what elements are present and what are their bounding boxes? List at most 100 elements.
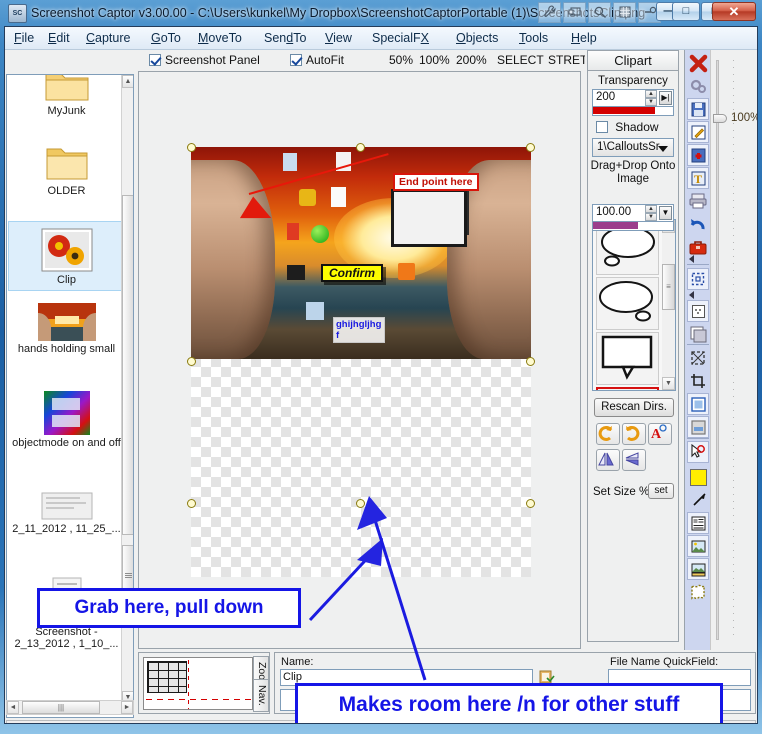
transparency-bar[interactable] — [592, 107, 674, 116]
window-fill-icon[interactable] — [687, 393, 709, 415]
list-item[interactable] — [596, 277, 659, 330]
set-size-spin-down[interactable]: ▼ — [645, 213, 657, 221]
color-swatch-icon[interactable] — [687, 466, 709, 488]
list-item[interactable]: MyJunk — [8, 75, 125, 127]
screenshot-panel-checkbox[interactable] — [149, 54, 161, 66]
selection-handle-s[interactable] — [356, 499, 365, 508]
set-size-bar[interactable] — [592, 222, 674, 231]
zoom-200-button[interactable]: 200% — [456, 53, 487, 67]
edit-pencil-icon[interactable] — [687, 121, 709, 143]
settings-gears-icon[interactable] — [687, 75, 709, 97]
text-note-annotation[interactable]: ghijhgljhg f — [333, 317, 385, 343]
rotate-left-icon[interactable] — [596, 423, 620, 445]
list-item[interactable]: objectmode on and off — [8, 385, 125, 473]
annotation-grab-here[interactable]: Grab here, pull down — [37, 588, 301, 628]
zoom-slider-thumb[interactable] — [713, 114, 727, 123]
list-item[interactable]: hands holding small — [8, 297, 125, 373]
transparency-expand-button[interactable]: ▶| — [659, 91, 672, 105]
zoom-slider-panel[interactable]: 100% — [710, 50, 757, 650]
selection-handle-e[interactable] — [526, 357, 535, 366]
clipart-list-scrollbar[interactable]: ▲ ≡ ▼ — [662, 220, 675, 390]
tab-nav[interactable]: Nav. — [253, 679, 269, 712]
wrench-icon[interactable] — [538, 2, 561, 23]
zoom-slider-track[interactable] — [716, 60, 719, 640]
rescan-dirs-button[interactable]: Rescan Dirs. — [594, 398, 674, 417]
autofit-checkbox[interactable] — [290, 54, 302, 66]
undo-icon[interactable] — [687, 213, 709, 235]
menu-goto[interactable]: GoTo — [146, 30, 186, 47]
dotted-region-icon[interactable] — [687, 300, 709, 322]
scroll-thumb[interactable] — [122, 195, 133, 535]
selection-handle-se[interactable] — [526, 499, 535, 508]
layer-icon[interactable] — [687, 323, 709, 345]
transparency-spin-up[interactable]: ▲ — [645, 90, 657, 98]
clipart-tab[interactable]: Clipart — [587, 50, 679, 70]
image-strip-icon[interactable] — [687, 558, 709, 580]
grid-icon[interactable] — [613, 2, 636, 23]
selection-handle-n[interactable] — [356, 143, 365, 152]
chevron-down-icon[interactable] — [658, 146, 668, 152]
text-color-icon[interactable]: A — [648, 423, 672, 445]
list-item[interactable]: OLDER — [8, 137, 125, 211]
save-icon[interactable] — [687, 98, 709, 120]
crop-icon[interactable] — [687, 370, 709, 392]
image-insert-icon[interactable] — [687, 535, 709, 557]
confirm-button-annotation[interactable]: Confirm — [321, 264, 383, 282]
menu-capture[interactable]: Capture — [81, 30, 135, 47]
list-item-selected[interactable] — [596, 387, 659, 390]
set-size-spin-up[interactable]: ▲ — [645, 205, 657, 213]
file-browser-horizontal-scrollbar[interactable]: ◄ ||| ► — [6, 700, 134, 715]
restore-button[interactable]: □ — [672, 2, 700, 21]
monitor-copy-icon[interactable] — [563, 2, 586, 23]
list-item[interactable]: 2_11_2012 , 11_25_... — [8, 485, 125, 561]
zoom-50-button[interactable]: 50% — [389, 53, 413, 67]
scroll-thumb[interactable]: ≡ — [662, 264, 675, 310]
clipart-thumbnail-list[interactable]: ▲ ≡ ▼ — [592, 219, 676, 391]
window-shade-icon[interactable] — [687, 416, 709, 438]
end-point-callout[interactable]: End point here — [393, 173, 479, 191]
selection-handle-sw[interactable] — [187, 499, 196, 508]
overflow-arrow-1[interactable] — [689, 255, 694, 263]
set-size-button[interactable]: set — [648, 483, 674, 499]
menu-file[interactable]: File — [9, 30, 39, 47]
clipart-folder-select[interactable]: 1\CalloutsSr — [592, 138, 674, 157]
torn-edge-icon[interactable] — [687, 581, 709, 603]
list-item-selected[interactable]: Clip — [8, 221, 125, 291]
menu-specialfx[interactable]: SpecialFX — [367, 30, 434, 47]
scroll-thumb-horizontal[interactable]: ||| — [22, 701, 100, 714]
overflow-arrow-2[interactable] — [689, 291, 694, 299]
shadow-checkbox-row[interactable]: Shadow — [596, 120, 678, 134]
color-swatch[interactable] — [689, 468, 707, 486]
delete-red-x-icon[interactable] — [687, 52, 709, 74]
shadow-checkbox[interactable] — [596, 121, 608, 133]
zoom-100-button[interactable]: 100% — [419, 53, 450, 67]
transparency-spin-down[interactable]: ▼ — [645, 98, 657, 106]
menu-edit[interactable]: Edit — [43, 30, 75, 47]
text-tool-icon[interactable]: T — [687, 167, 709, 189]
scroll-down-arrow[interactable]: ▼ — [662, 377, 675, 390]
edited-image[interactable]: End point here Confirm ghijhgljhg f — [191, 147, 531, 359]
set-size-dropdown-button[interactable]: ▼ — [659, 206, 672, 220]
flip-vertical-icon[interactable] — [622, 449, 646, 471]
rotate-right-icon[interactable] — [622, 423, 646, 445]
menu-view[interactable]: View — [320, 30, 357, 47]
transparency-input[interactable]: 200 ▲ ▼ ▶| — [592, 89, 674, 107]
zoom-nav-panel[interactable]: Zoom Nav. — [138, 652, 270, 714]
save-plus-icon[interactable] — [687, 144, 709, 166]
arrow-tool-icon[interactable] — [687, 489, 709, 511]
menu-sendto[interactable]: SendTo — [259, 30, 311, 47]
close-button[interactable]: ✕ — [712, 2, 756, 21]
scroll-up-arrow[interactable]: ▲ — [122, 75, 133, 88]
object-select-icon[interactable] — [687, 441, 709, 463]
image-canvas[interactable]: End point here Confirm ghijhgljhg f — [138, 71, 581, 649]
menu-tools[interactable]: Tools — [514, 30, 553, 47]
select-button[interactable]: SELECT — [497, 53, 544, 67]
selection-handle-nw[interactable] — [187, 143, 196, 152]
selection-handle-w[interactable] — [187, 357, 196, 366]
scroll-left-arrow[interactable]: ◄ — [7, 701, 19, 714]
text-box-icon[interactable] — [687, 512, 709, 534]
menu-moveto[interactable]: MoveTo — [193, 30, 247, 47]
callout-clipart-shape[interactable] — [391, 189, 467, 247]
magnifier-icon[interactable] — [588, 2, 611, 23]
nav-preview[interactable] — [143, 657, 253, 710]
